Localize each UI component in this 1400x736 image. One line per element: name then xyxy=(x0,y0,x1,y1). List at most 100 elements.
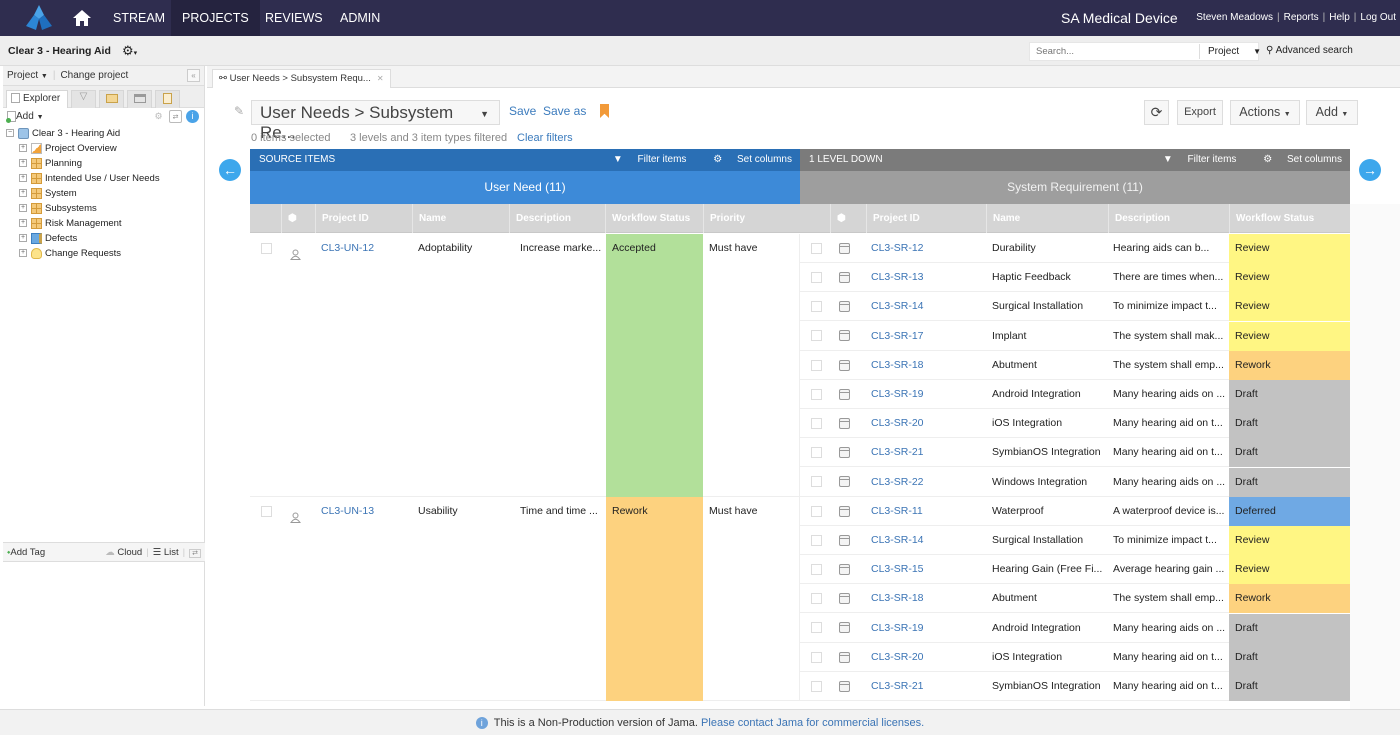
cloud-view-button[interactable]: ☁ Cloud xyxy=(105,547,142,558)
table-row[interactable]: CL3-UN-13 Usability Time and time ... Rewor… xyxy=(250,496,800,702)
source-filter-items-button[interactable]: ▼ Filter items xyxy=(601,154,687,165)
sync-icon[interactable]: ⇄ xyxy=(169,110,182,123)
tab-baselines[interactable] xyxy=(127,90,152,108)
col-workflow-status[interactable]: Workflow Status xyxy=(1229,204,1350,233)
advanced-search-link[interactable]: ⚲ Advanced search xyxy=(1266,45,1353,56)
change-project-link[interactable]: Change project xyxy=(60,70,128,81)
expand-toggle-icon[interactable]: + xyxy=(19,204,27,213)
row-checkbox[interactable] xyxy=(811,330,822,342)
table-row[interactable]: CL3-SR-22 Windows Integration Many hearing… xyxy=(800,467,1350,497)
col-name[interactable]: Name xyxy=(986,204,1108,233)
logout-link[interactable]: Log Out xyxy=(1360,12,1396,23)
row-checkbox[interactable] xyxy=(811,359,822,371)
list-view-button[interactable]: ☰ List xyxy=(153,547,179,558)
tree-item[interactable]: + Planning xyxy=(3,156,204,171)
clear-filters-link[interactable]: Clear filters xyxy=(517,132,573,144)
table-row[interactable]: CL3-SR-17 Implant The system shall mak... R… xyxy=(800,321,1350,351)
actions-button[interactable]: Actions ▼ xyxy=(1230,100,1300,125)
add-item-button[interactable]: Add ▼ xyxy=(6,111,44,123)
project-id-link[interactable]: CL3-SR-20 xyxy=(871,651,924,663)
bookmark-icon[interactable] xyxy=(600,104,609,118)
table-row[interactable]: CL3-SR-18 Abutment The system shall emp...… xyxy=(800,584,1350,614)
help-link[interactable]: Help xyxy=(1329,12,1350,23)
expand-toggle-icon[interactable]: + xyxy=(19,189,27,198)
save-link[interactable]: Save xyxy=(509,104,536,118)
tree-item[interactable]: + Risk Management xyxy=(3,216,204,231)
add-button[interactable]: Add ▼ xyxy=(1306,100,1358,125)
add-tag-button[interactable]: ⬩Add Tag xyxy=(7,547,45,558)
row-checkbox[interactable] xyxy=(811,563,822,575)
table-row[interactable]: CL3-SR-21 SymbianOS Integration Many heari… xyxy=(800,438,1350,468)
tree-item[interactable]: + System xyxy=(3,186,204,201)
expand-toggle-icon[interactable]: + xyxy=(19,249,27,258)
expand-toggle-icon[interactable]: + xyxy=(19,219,27,228)
row-checkbox[interactable] xyxy=(811,242,822,254)
next-level-arrow-icon[interactable]: → xyxy=(1359,159,1381,181)
project-id-link[interactable]: CL3-SR-21 xyxy=(871,446,924,458)
refresh-tags-icon[interactable]: ⇄ xyxy=(189,549,201,558)
project-id-link[interactable]: CL3-SR-18 xyxy=(871,359,924,371)
table-row[interactable]: CL3-SR-11 Waterproof A waterproof device i… xyxy=(800,496,1350,526)
nav-reviews[interactable]: REVIEWS xyxy=(254,0,334,36)
project-id-link[interactable]: CL3-SR-22 xyxy=(871,476,924,488)
save-as-link[interactable]: Save as xyxy=(543,104,586,118)
tab-explorer[interactable]: Explorer xyxy=(6,90,68,108)
row-checkbox[interactable] xyxy=(811,651,822,663)
row-checkbox[interactable] xyxy=(261,505,272,517)
project-id-link[interactable]: CL3-SR-12 xyxy=(871,242,924,254)
row-checkbox[interactable] xyxy=(811,388,822,400)
tab-releases[interactable] xyxy=(99,90,124,108)
table-row[interactable]: CL3-SR-19 Android Integration Many hearing… xyxy=(800,613,1350,643)
col-project-id[interactable]: Project ID xyxy=(866,204,986,233)
project-id-link[interactable]: CL3-UN-12 xyxy=(321,242,374,254)
license-contact-link[interactable]: Please contact Jama for commercial licen… xyxy=(701,717,924,729)
row-checkbox[interactable] xyxy=(261,242,272,254)
table-row[interactable]: CL3-SR-19 Android Integration Many hearing… xyxy=(800,380,1350,409)
project-id-link[interactable]: CL3-SR-19 xyxy=(871,622,924,634)
row-checkbox[interactable] xyxy=(811,505,822,517)
table-row[interactable]: CL3-SR-14 Surgical Installation To minimiz… xyxy=(800,526,1350,555)
source-set-columns-button[interactable]: ⚙ Set columns xyxy=(701,154,792,165)
tab-filters[interactable]: ▽ xyxy=(71,90,96,108)
col-select[interactable] xyxy=(800,204,830,233)
row-checkbox[interactable] xyxy=(811,447,822,459)
project-id-link[interactable]: CL3-UN-13 xyxy=(321,505,374,517)
table-row[interactable]: CL3-SR-13 Haptic Feedback There are times … xyxy=(800,263,1350,293)
tree-item[interactable]: + Defects xyxy=(3,231,204,246)
row-checkbox[interactable] xyxy=(811,593,822,605)
settings-gear-icon[interactable]: ⚙ xyxy=(152,110,165,123)
table-row[interactable]: CL3-UN-12 Adoptability Increase marke... Ac… xyxy=(250,234,800,497)
table-row[interactable]: CL3-SR-20 iOS Integration Many hearing aid… xyxy=(800,642,1350,672)
row-checkbox[interactable] xyxy=(811,301,822,313)
home-icon[interactable] xyxy=(72,8,92,28)
table-row[interactable]: CL3-SR-14 Surgical Installation To minimiz… xyxy=(800,292,1350,322)
col-select[interactable] xyxy=(250,204,281,233)
col-item-type[interactable]: ⬢ xyxy=(830,204,866,233)
row-checkbox[interactable] xyxy=(811,680,822,692)
tab-trace-view[interactable]: ⚯ User Needs > Subsystem Requ... ✕ xyxy=(212,69,391,88)
project-id-link[interactable]: CL3-SR-20 xyxy=(871,417,924,429)
row-checkbox[interactable] xyxy=(811,622,822,634)
info-icon[interactable]: i xyxy=(186,110,199,123)
project-menu[interactable]: Project ▼ xyxy=(7,70,48,81)
nav-admin[interactable]: ADMIN xyxy=(329,0,391,36)
search-scope-select[interactable]: Project ▼ xyxy=(1199,44,1261,59)
table-row[interactable]: CL3-SR-12 Durability Hearing aids can b...… xyxy=(800,234,1350,263)
collapse-toggle-icon[interactable]: − xyxy=(6,129,14,138)
row-checkbox[interactable] xyxy=(811,476,822,488)
project-settings-gear-icon[interactable]: ⚙▾ xyxy=(122,43,137,59)
tree-root[interactable]: − Clear 3 - Hearing Aid xyxy=(3,126,204,141)
nav-projects[interactable]: PROJECTS xyxy=(171,0,260,36)
expand-toggle-icon[interactable]: + xyxy=(19,144,27,153)
edit-view-name-icon[interactable]: ✎ xyxy=(234,104,244,118)
downstream-filter-items-button[interactable]: ▼ Filter items xyxy=(1151,154,1237,165)
project-id-link[interactable]: CL3-SR-17 xyxy=(871,330,924,342)
export-button[interactable]: Export xyxy=(1177,100,1223,125)
project-id-link[interactable]: CL3-SR-11 xyxy=(871,505,923,517)
row-checkbox[interactable] xyxy=(811,534,822,546)
reports-link[interactable]: Reports xyxy=(1284,12,1319,23)
close-tab-icon[interactable]: ✕ xyxy=(377,74,384,83)
project-id-link[interactable]: CL3-SR-15 xyxy=(871,563,924,575)
tree-item[interactable]: + Subsystems xyxy=(3,201,204,216)
jama-logo-icon[interactable] xyxy=(24,4,54,32)
